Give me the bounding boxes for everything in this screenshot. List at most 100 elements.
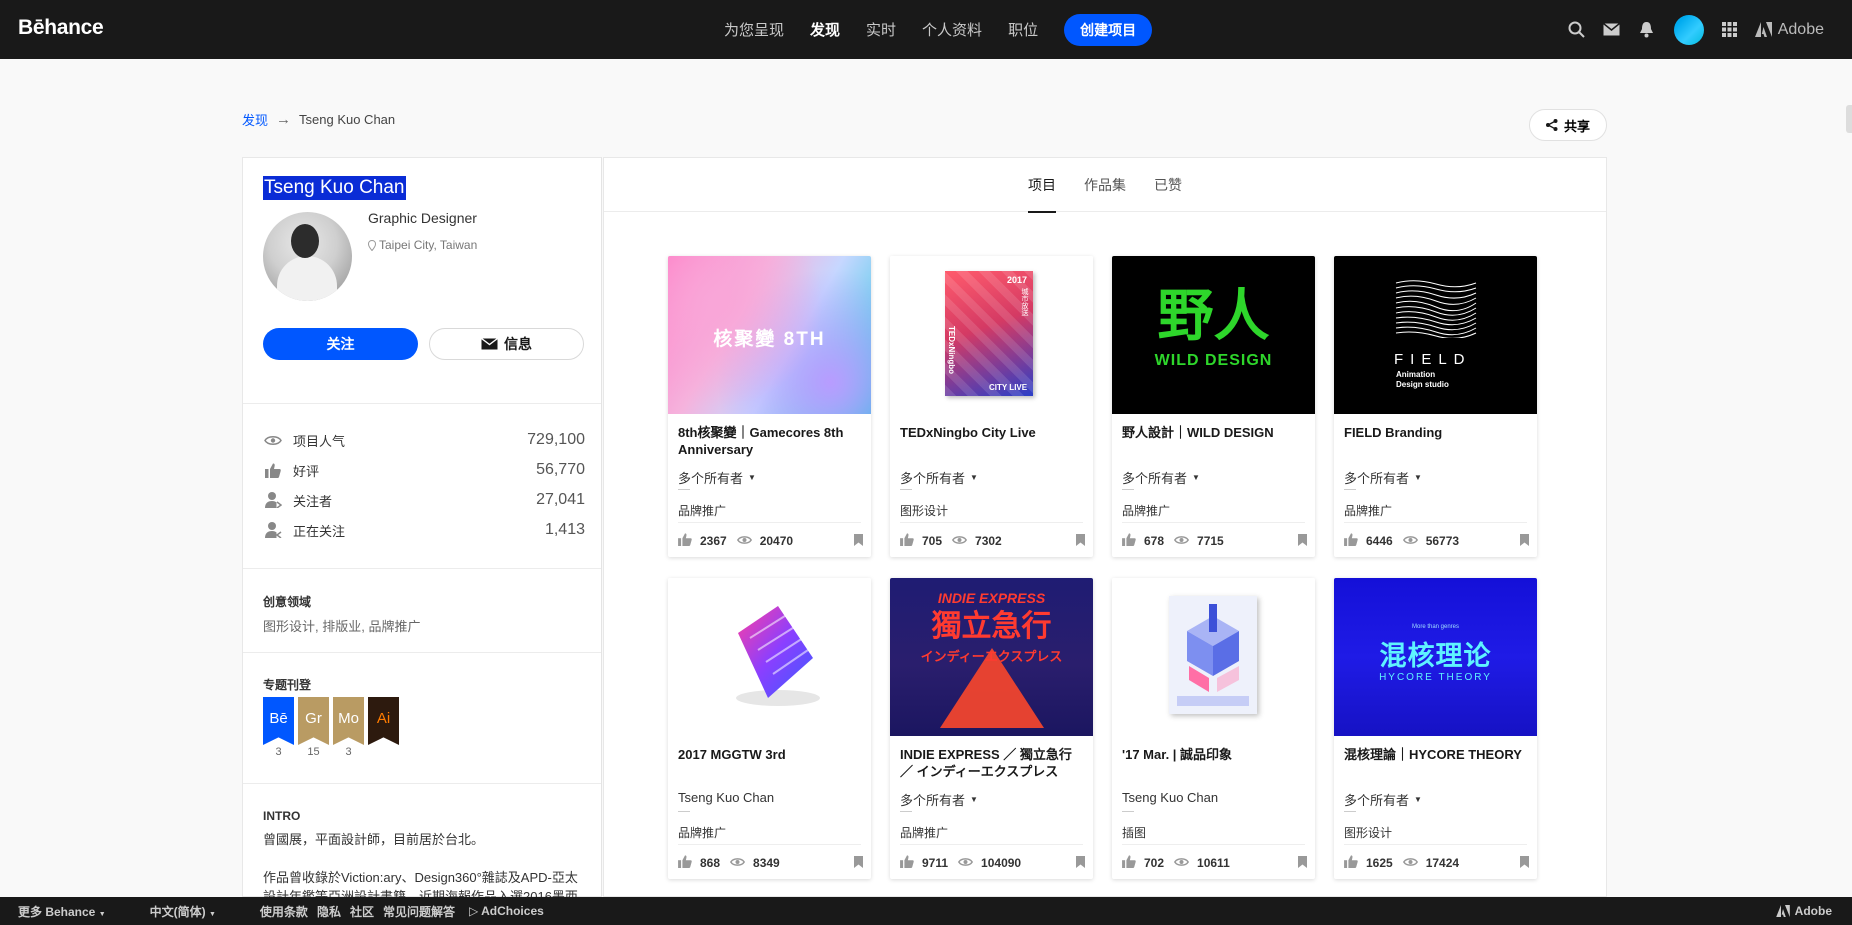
tab-appreciated[interactable]: 已赞	[1154, 158, 1182, 212]
divider	[1122, 522, 1305, 523]
views-count: 7302	[975, 534, 1002, 548]
divider	[1344, 811, 1356, 812]
message-button[interactable]: 信息	[429, 328, 584, 360]
project-thumbnail[interactable]: More than genres 混核理论 HYCORE THEORY	[1334, 578, 1537, 736]
project-thumbnail[interactable]: 2017 城市放送 TEDxNingbo CITY LIVE	[890, 256, 1093, 414]
project-card[interactable]: 2017 城市放送 TEDxNingbo CITY LIVE TEDxNingb…	[890, 256, 1093, 557]
footer-link-community[interactable]: 社区	[350, 903, 374, 920]
project-owner[interactable]: 多个所有者 ▼	[900, 790, 978, 809]
project-thumbnail[interactable]	[1112, 578, 1315, 736]
project-stats: 2367 20470	[678, 533, 863, 549]
nav-profile[interactable]: 个人资料	[922, 19, 982, 40]
project-card[interactable]: 野人 WILD DESIGN 野人設計｜WILD DESIGN 多个所有者 ▼ 品…	[1112, 256, 1315, 557]
tab-projects[interactable]: 项目	[1028, 158, 1056, 213]
bookmark-icon[interactable]	[1520, 855, 1529, 871]
caret-down-icon: ▼	[1414, 473, 1422, 482]
footer-link-privacy[interactable]: 隐私	[317, 903, 341, 920]
project-owner[interactable]: Tseng Kuo Chan	[1122, 790, 1218, 805]
nav-jobs[interactable]: 职位	[1008, 19, 1038, 40]
project-card[interactable]: '17 Mar. | 誠品印象 Tseng Kuo Chan 插图 702 10…	[1112, 578, 1315, 879]
divider	[678, 522, 861, 523]
breadcrumb-discover-link[interactable]: 发现	[242, 110, 268, 129]
badge-behance[interactable]: Bē 3	[263, 697, 294, 758]
bookmark-icon[interactable]	[1076, 855, 1085, 871]
project-card[interactable]: 2017 MGGTW 3rd Tseng Kuo Chan 品牌推广 868 8…	[668, 578, 871, 879]
scrollbar-handle[interactable]	[1846, 105, 1852, 133]
project-owner[interactable]: 多个所有者 ▼	[900, 468, 978, 487]
thumb-text: TEDxNingbo	[947, 326, 956, 374]
nav-discover[interactable]: 发现	[810, 19, 840, 40]
project-card[interactable]: INDIE EXPRESS 獨立急行 インディーエクスプレス INDIE EXP…	[890, 578, 1093, 879]
project-title[interactable]: '17 Mar. | 誠品印象	[1122, 746, 1307, 763]
bookmark-icon[interactable]	[1298, 533, 1307, 549]
behance-logo[interactable]: Bēhance	[18, 16, 104, 40]
adchoices-link[interactable]: ▷ AdChoices	[469, 904, 544, 918]
nav-for-you[interactable]: 为您呈现	[724, 19, 784, 40]
search-icon[interactable]	[1567, 20, 1587, 40]
footer-link-faq[interactable]: 常见问题解答	[383, 903, 455, 920]
project-title[interactable]: INDIE EXPRESS ／ 獨立急行 ／ インディーエクスプレス	[900, 746, 1085, 780]
project-owner[interactable]: Tseng Kuo Chan	[678, 790, 774, 805]
project-title[interactable]: 8th核聚變｜Gamecores 8th Anniversary	[678, 424, 863, 458]
divider	[243, 403, 601, 404]
language-menu[interactable]: 中文(简体) ▼	[150, 903, 216, 920]
project-owner[interactable]: 多个所有者 ▼	[1344, 468, 1422, 487]
project-title[interactable]: 野人設計｜WILD DESIGN	[1122, 424, 1307, 441]
eye-icon	[736, 534, 752, 548]
project-thumbnail[interactable]: INDIE EXPRESS 獨立急行 インディーエクスプレス	[890, 578, 1093, 736]
bookmark-icon[interactable]	[854, 533, 863, 549]
adobe-link[interactable]: Adobe	[1754, 20, 1824, 39]
creative-fields-title: 创意领域	[263, 595, 312, 609]
project-title[interactable]: 2017 MGGTW 3rd	[678, 746, 863, 763]
footer-adobe-link[interactable]: Adobe	[1775, 904, 1832, 918]
views-count: 17424	[1425, 856, 1460, 870]
project-thumbnail[interactable]: 核聚變 8TH	[668, 256, 871, 414]
thumb-text: INDIE EXPRESS	[937, 590, 1046, 606]
project-thumbnail[interactable]	[668, 578, 871, 736]
bookmark-icon[interactable]	[1076, 533, 1085, 549]
project-title[interactable]: 混核理論｜HYCORE THEORY	[1344, 746, 1529, 763]
project-category: 品牌推广	[900, 826, 949, 840]
bookmark-icon[interactable]	[1520, 533, 1529, 549]
eye-icon	[1402, 534, 1418, 548]
project-card[interactable]: 核聚變 8TH 8th核聚變｜Gamecores 8th Anniversary…	[668, 256, 871, 557]
app-grid-icon[interactable]	[1720, 20, 1740, 40]
eye-icon	[951, 534, 968, 548]
bookmark-icon[interactable]	[1298, 855, 1307, 871]
project-owner[interactable]: 多个所有者 ▼	[678, 468, 756, 487]
adobe-label: Adobe	[1777, 20, 1824, 38]
caret-down-icon: ▼	[970, 473, 978, 482]
project-category: 品牌推广	[1122, 504, 1171, 518]
bell-icon[interactable]	[1637, 20, 1657, 40]
eye-icon	[263, 431, 283, 449]
project-thumbnail[interactable]: FIELD Animation Design studio	[1334, 256, 1537, 414]
project-card[interactable]: More than genres 混核理论 HYCORE THEORY 混核理論…	[1334, 578, 1537, 879]
top-icons: Adobe	[1567, 0, 1852, 59]
more-behance-menu[interactable]: 更多 Behance ▼	[18, 903, 106, 920]
project-title[interactable]: FIELD Branding	[1344, 424, 1529, 441]
profile-location[interactable]: Taipei City, Taiwan	[368, 238, 477, 252]
footer-link-terms[interactable]: 使用条款	[260, 903, 308, 920]
project-thumbnail[interactable]: 野人 WILD DESIGN	[1112, 256, 1315, 414]
badge-motion-flag: Mo	[333, 697, 364, 745]
bookmark-icon[interactable]	[854, 855, 863, 871]
user-avatar[interactable]	[1673, 14, 1704, 45]
badge-motion[interactable]: Mo 3	[333, 697, 364, 758]
nav-live[interactable]: 实时	[866, 19, 896, 40]
project-title[interactable]: TEDxNingbo City Live	[900, 424, 1085, 441]
follow-button[interactable]: 关注	[263, 328, 418, 360]
thumbs-up-icon	[1344, 855, 1358, 871]
tab-collections[interactable]: 作品集	[1084, 158, 1126, 212]
stat-followers[interactable]: 关注者 27,041	[263, 488, 585, 512]
project-owner[interactable]: 多个所有者 ▼	[1122, 468, 1200, 487]
create-project-button[interactable]: 创建项目	[1064, 13, 1153, 46]
share-button[interactable]: 共享	[1529, 109, 1607, 141]
project-owner[interactable]: 多个所有者 ▼	[1344, 790, 1422, 809]
badge-illustrator[interactable]: Ai	[368, 697, 399, 758]
badge-graphic-design[interactable]: Gr 15	[298, 697, 329, 758]
stat-following[interactable]: 正在关注 1,413	[263, 518, 585, 542]
likes-count: 678	[1144, 534, 1165, 548]
mail-icon[interactable]	[1602, 20, 1622, 40]
project-card[interactable]: FIELD Animation Design studio FIELD Bran…	[1334, 256, 1537, 557]
creative-fields-text: 图形设计, 排版业, 品牌推广	[263, 619, 421, 634]
